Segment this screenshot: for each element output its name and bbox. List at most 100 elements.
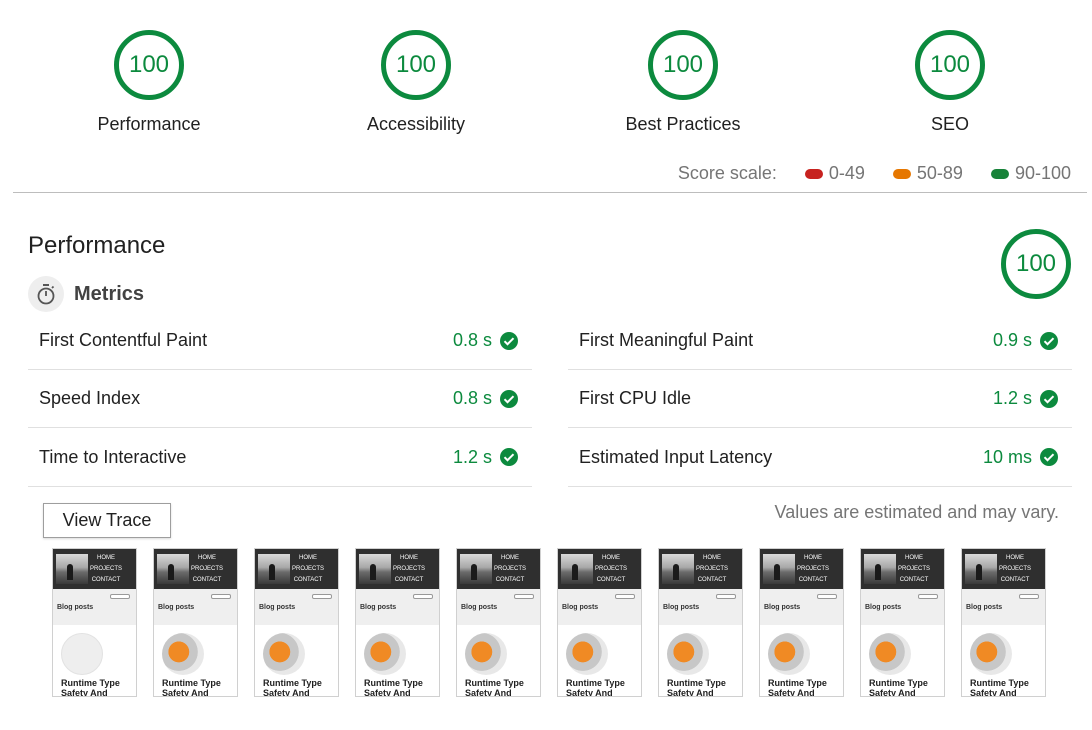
gauge-label: Best Practices [625, 114, 741, 134]
frame-section-label: Blog posts [158, 604, 195, 611]
score-scale: Score scale: 0-49 50-89 90-100 [678, 163, 1071, 184]
frame-photo [56, 554, 88, 584]
frame-nav-item: PROJECTS [594, 566, 627, 572]
frame-band: Blog posts [154, 589, 237, 625]
frame-nav-item: CONTACT [596, 577, 626, 583]
frame-nav-item: HOME [1005, 555, 1024, 561]
frame-section-label: Blog posts [360, 604, 397, 611]
frame-photo [258, 554, 290, 584]
gauge-accessibility[interactable]: 100 Accessibility [316, 30, 516, 135]
check-circle-icon [1040, 331, 1058, 350]
frame-post-image [364, 633, 406, 675]
metric-row: Time to Interactive 1.2 s [28, 428, 532, 487]
gauge-seo[interactable]: 100 SEO [850, 30, 1050, 135]
frame-post-image [162, 633, 204, 675]
frame-post-title: Runtime Type Safety And [263, 678, 322, 697]
frame-post-title: Runtime Type Safety And [465, 678, 524, 697]
frame-post-image [61, 633, 103, 675]
score-range-average: 50-89 [916, 163, 963, 183]
frame-chip [716, 594, 736, 599]
metric-value: 1.2 s [452, 446, 492, 467]
frame-nav-item: HOME [399, 555, 418, 561]
view-trace-button[interactable]: View Trace [43, 503, 171, 538]
frame-post-image [768, 633, 810, 675]
filmstrip: HOME PROJECTS CONTACT Blog posts Runtime Typ… [52, 548, 1052, 697]
gauge-label: SEO [930, 114, 969, 134]
frame-nav-item: PROJECTS [796, 566, 829, 572]
frame-nav-item: HOME [702, 555, 721, 561]
divider [13, 192, 1087, 193]
filmstrip-frame: HOME PROJECTS CONTACT Blog posts Runtime Typ… [961, 548, 1046, 697]
frame-header: HOME PROJECTS CONTACT [659, 549, 742, 589]
filmstrip-frame: HOME PROJECTS CONTACT Blog posts Runtime Typ… [254, 548, 339, 697]
frame-nav-item: CONTACT [293, 577, 323, 583]
frame-post-image [566, 633, 608, 675]
frame-nav-item: CONTACT [394, 577, 424, 583]
frame-photo [763, 554, 795, 584]
metric-name: First Contentful Paint [39, 330, 208, 350]
frame-header: HOME PROJECTS CONTACT [962, 549, 1045, 589]
check-circle-icon [1040, 448, 1058, 466]
frame-chip [1019, 594, 1039, 599]
score-range-fail: 0-49 [828, 163, 865, 183]
frame-section-label: Blog posts [259, 604, 296, 611]
frame-post-title: Runtime Type Safety And [162, 678, 221, 697]
frame-nav-item: PROJECTS [291, 566, 324, 572]
frame-nav-item: HOME [298, 555, 317, 561]
metric-value: 0.8 s [452, 330, 492, 350]
metric-name: Estimated Input Latency [579, 446, 773, 467]
filmstrip-frame: HOME PROJECTS CONTACT Blog posts Runtime Typ… [355, 548, 440, 697]
frame-post-image [263, 633, 305, 675]
frame-nav-item: HOME [197, 555, 216, 561]
frame-photo [561, 554, 593, 584]
metric-name: Time to Interactive [39, 446, 187, 467]
frame-nav: HOME PROJECTS CONTACT [696, 553, 728, 586]
frame-post-image [869, 633, 911, 675]
frame-chip [514, 594, 534, 599]
frame-header: HOME PROJECTS CONTACT [53, 549, 136, 589]
frame-chip [918, 594, 938, 599]
filmstrip-frame: HOME PROJECTS CONTACT Blog posts Runtime Typ… [557, 548, 642, 697]
pass-pill-icon [990, 168, 1009, 179]
frame-section-label: Blog posts [966, 604, 1003, 611]
frame-nav-item: HOME [500, 555, 519, 561]
frame-header: HOME PROJECTS CONTACT [558, 549, 641, 589]
metric-name: First CPU Idle [579, 388, 692, 408]
check-circle-icon [500, 389, 518, 408]
frame-nav-item: CONTACT [798, 577, 828, 583]
check-circle-icon [500, 331, 518, 350]
frame-header: HOME PROJECTS CONTACT [356, 549, 439, 589]
frame-nav-item: PROJECTS [392, 566, 425, 572]
score-range-pass: 90-100 [1014, 163, 1071, 183]
filmstrip-frame: HOME PROJECTS CONTACT Blog posts Runtime Typ… [860, 548, 945, 697]
fail-pill-icon [804, 168, 823, 179]
frame-band: Blog posts [356, 589, 439, 625]
frame-nav-item: PROJECTS [897, 566, 930, 572]
frame-nav-item: CONTACT [91, 577, 121, 583]
gauge-best-practices[interactable]: 100 Best Practices [583, 30, 783, 135]
frame-nav: HOME PROJECTS CONTACT [595, 553, 627, 586]
frame-photo [359, 554, 391, 584]
frame-nav-item: CONTACT [495, 577, 525, 583]
frame-post-title: Runtime Type Safety And [667, 678, 726, 697]
frame-post-image [465, 633, 507, 675]
gauge-performance[interactable]: 100 Performance [49, 30, 249, 135]
frame-nav-item: CONTACT [192, 577, 222, 583]
metric-row: First Contentful Paint 0.8 s [28, 312, 532, 370]
filmstrip-frame: HOME PROJECTS CONTACT Blog posts Runtime Typ… [153, 548, 238, 697]
frame-chip [817, 594, 837, 599]
check-circle-icon [1040, 389, 1058, 408]
frame-band: Blog posts [558, 589, 641, 625]
frame-header: HOME PROJECTS CONTACT [760, 549, 843, 589]
frame-header: HOME PROJECTS CONTACT [154, 549, 237, 589]
frame-chip [615, 594, 635, 599]
frame-photo [864, 554, 896, 584]
frame-chip [413, 594, 433, 599]
frame-header: HOME PROJECTS CONTACT [255, 549, 338, 589]
frame-post-image [970, 633, 1012, 675]
metric-name: Speed Index [39, 388, 141, 408]
frame-band: Blog posts [53, 589, 136, 625]
frame-nav-item: CONTACT [899, 577, 929, 583]
frame-photo [460, 554, 492, 584]
frame-nav-item: CONTACT [1000, 577, 1030, 583]
